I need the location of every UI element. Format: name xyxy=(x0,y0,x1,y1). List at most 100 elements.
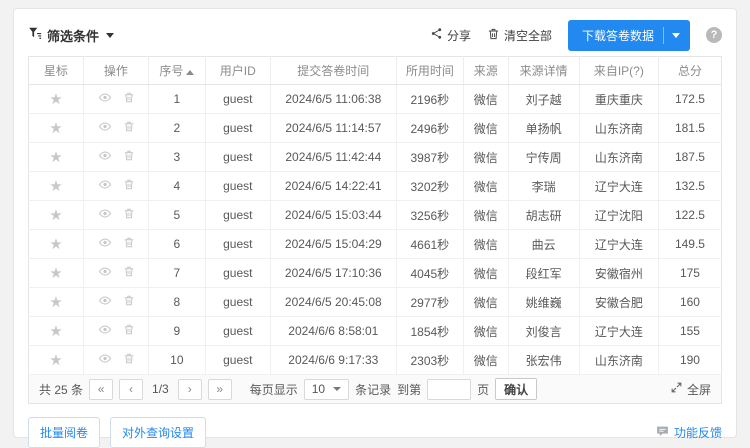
delete-answer-icon[interactable] xyxy=(123,294,135,310)
cell-seq: 9 xyxy=(148,317,205,346)
delete-answer-icon[interactable] xyxy=(123,91,135,107)
cell-star: ★ xyxy=(29,288,84,317)
view-answer-icon[interactable] xyxy=(97,149,113,165)
view-answer-icon[interactable] xyxy=(97,265,113,281)
cell-star: ★ xyxy=(29,346,84,375)
delete-answer-icon[interactable] xyxy=(123,120,135,136)
cell-submit-time: 2024/6/5 17:10:36 xyxy=(270,259,396,288)
cell-submit-time: 2024/6/5 11:14:57 xyxy=(270,114,396,143)
cell-user-id: guest xyxy=(205,259,270,288)
next-page-button[interactable]: › xyxy=(178,379,202,400)
cell-submit-time: 2024/6/5 20:45:08 xyxy=(270,288,396,317)
cell-submit-time: 2024/6/5 11:42:44 xyxy=(270,143,396,172)
cell-operations xyxy=(83,143,148,172)
delete-answer-icon[interactable] xyxy=(123,352,135,368)
delete-answer-icon[interactable] xyxy=(123,236,135,252)
download-answers-button[interactable]: 下载答卷数据 xyxy=(568,20,690,51)
view-answer-icon[interactable] xyxy=(97,178,113,194)
cell-submit-time: 2024/6/5 15:04:29 xyxy=(270,230,396,259)
batch-review-button[interactable]: 批量阅卷 xyxy=(28,417,100,448)
delete-answer-icon[interactable] xyxy=(123,149,135,165)
cell-operations xyxy=(83,85,148,114)
cell-operations xyxy=(83,230,148,259)
external-query-settings-button[interactable]: 对外查询设置 xyxy=(110,417,206,448)
footer-bar: 批量阅卷 对外查询设置 功能反馈 xyxy=(28,417,722,448)
speech-bubble-icon xyxy=(656,425,669,441)
header-source-detail: 来源详情 xyxy=(508,57,579,85)
cell-seq: 10 xyxy=(148,346,205,375)
table-row: ★3guest2024/6/5 11:42:443987秒微信宁传周山东济南18… xyxy=(29,143,722,172)
star-icon[interactable]: ★ xyxy=(49,352,62,369)
fullscreen-button[interactable]: 全屏 xyxy=(670,381,711,398)
cell-submit-time: 2024/6/5 15:03:44 xyxy=(270,201,396,230)
header-seq-sortable[interactable]: 序号 xyxy=(148,57,205,85)
confirm-button[interactable]: 确认 xyxy=(495,378,537,400)
cell-score: 181.5 xyxy=(658,114,721,143)
per-page-label: 每页显示 xyxy=(250,381,298,398)
delete-answer-icon[interactable] xyxy=(123,178,135,194)
cell-source: 微信 xyxy=(463,317,508,346)
share-icon xyxy=(430,27,443,43)
cell-star: ★ xyxy=(29,172,84,201)
clear-all-button[interactable]: 清空全部 xyxy=(487,27,552,44)
cell-score: 155 xyxy=(658,317,721,346)
view-answer-icon[interactable] xyxy=(97,352,113,368)
goto-page-input[interactable] xyxy=(427,379,471,400)
share-button[interactable]: 分享 xyxy=(430,27,471,44)
table-row: ★4guest2024/6/5 14:22:413202秒微信李瑞辽宁大连132… xyxy=(29,172,722,201)
delete-answer-icon[interactable] xyxy=(123,323,135,339)
prev-page-button[interactable]: ‹ xyxy=(119,379,143,400)
cell-star: ★ xyxy=(29,317,84,346)
cell-ip: 辽宁大连 xyxy=(579,317,658,346)
view-answer-icon[interactable] xyxy=(97,91,113,107)
cell-star: ★ xyxy=(29,259,84,288)
goto-label: 到第 xyxy=(397,381,421,398)
star-icon[interactable]: ★ xyxy=(49,236,62,253)
first-page-button[interactable]: « xyxy=(89,379,113,400)
cell-user-id: guest xyxy=(205,317,270,346)
delete-answer-icon[interactable] xyxy=(123,265,135,281)
cell-score: 149.5 xyxy=(658,230,721,259)
table-header-row: 星标 操作 序号 用户ID 提交答卷时间 所用时间 来源 来源详情 来自IP(?… xyxy=(29,57,722,85)
cell-score: 122.5 xyxy=(658,201,721,230)
cell-ip: 山东济南 xyxy=(579,114,658,143)
star-icon[interactable]: ★ xyxy=(49,91,62,108)
view-answer-icon[interactable] xyxy=(97,207,113,223)
filter-conditions-button[interactable]: 筛选条件 xyxy=(28,26,114,45)
cell-source-detail: 刘子越 xyxy=(508,85,579,114)
cell-seq: 5 xyxy=(148,201,205,230)
cell-submit-time: 2024/6/5 11:06:38 xyxy=(270,85,396,114)
cell-source-detail: 姚维巍 xyxy=(508,288,579,317)
cell-score: 132.5 xyxy=(658,172,721,201)
table-row: ★9guest2024/6/6 8:58:011854秒微信刘俊言辽宁大连155 xyxy=(29,317,722,346)
cell-source-detail: 刘俊言 xyxy=(508,317,579,346)
star-icon[interactable]: ★ xyxy=(49,120,62,137)
star-icon[interactable]: ★ xyxy=(49,149,62,166)
star-icon[interactable]: ★ xyxy=(49,294,62,311)
delete-answer-icon[interactable] xyxy=(123,207,135,223)
last-page-button[interactable]: » xyxy=(208,379,232,400)
star-icon[interactable]: ★ xyxy=(49,207,62,224)
cell-duration: 4661秒 xyxy=(396,230,463,259)
cell-ip: 安徽合肥 xyxy=(579,288,658,317)
view-answer-icon[interactable] xyxy=(97,294,113,310)
per-page-select[interactable]: 10 xyxy=(304,379,349,400)
cell-duration: 2196秒 xyxy=(396,85,463,114)
star-icon[interactable]: ★ xyxy=(49,178,62,195)
cell-duration: 4045秒 xyxy=(396,259,463,288)
star-icon[interactable]: ★ xyxy=(49,323,62,340)
view-answer-icon[interactable] xyxy=(97,323,113,339)
feedback-button[interactable]: 功能反馈 xyxy=(656,424,722,441)
toolbar: 筛选条件 分享 清空全部 下载答卷数据 ? xyxy=(28,21,722,49)
table-row: ★8guest2024/6/5 20:45:082977秒微信姚维巍安徽合肥16… xyxy=(29,288,722,317)
view-answer-icon[interactable] xyxy=(97,120,113,136)
feedback-label: 功能反馈 xyxy=(674,424,722,441)
cell-duration: 2977秒 xyxy=(396,288,463,317)
cell-star: ★ xyxy=(29,114,84,143)
star-icon[interactable]: ★ xyxy=(49,265,62,282)
cell-ip: 安徽宿州 xyxy=(579,259,658,288)
view-answer-icon[interactable] xyxy=(97,236,113,252)
cell-duration: 3202秒 xyxy=(396,172,463,201)
help-icon[interactable]: ? xyxy=(706,27,722,43)
cell-score: 175 xyxy=(658,259,721,288)
